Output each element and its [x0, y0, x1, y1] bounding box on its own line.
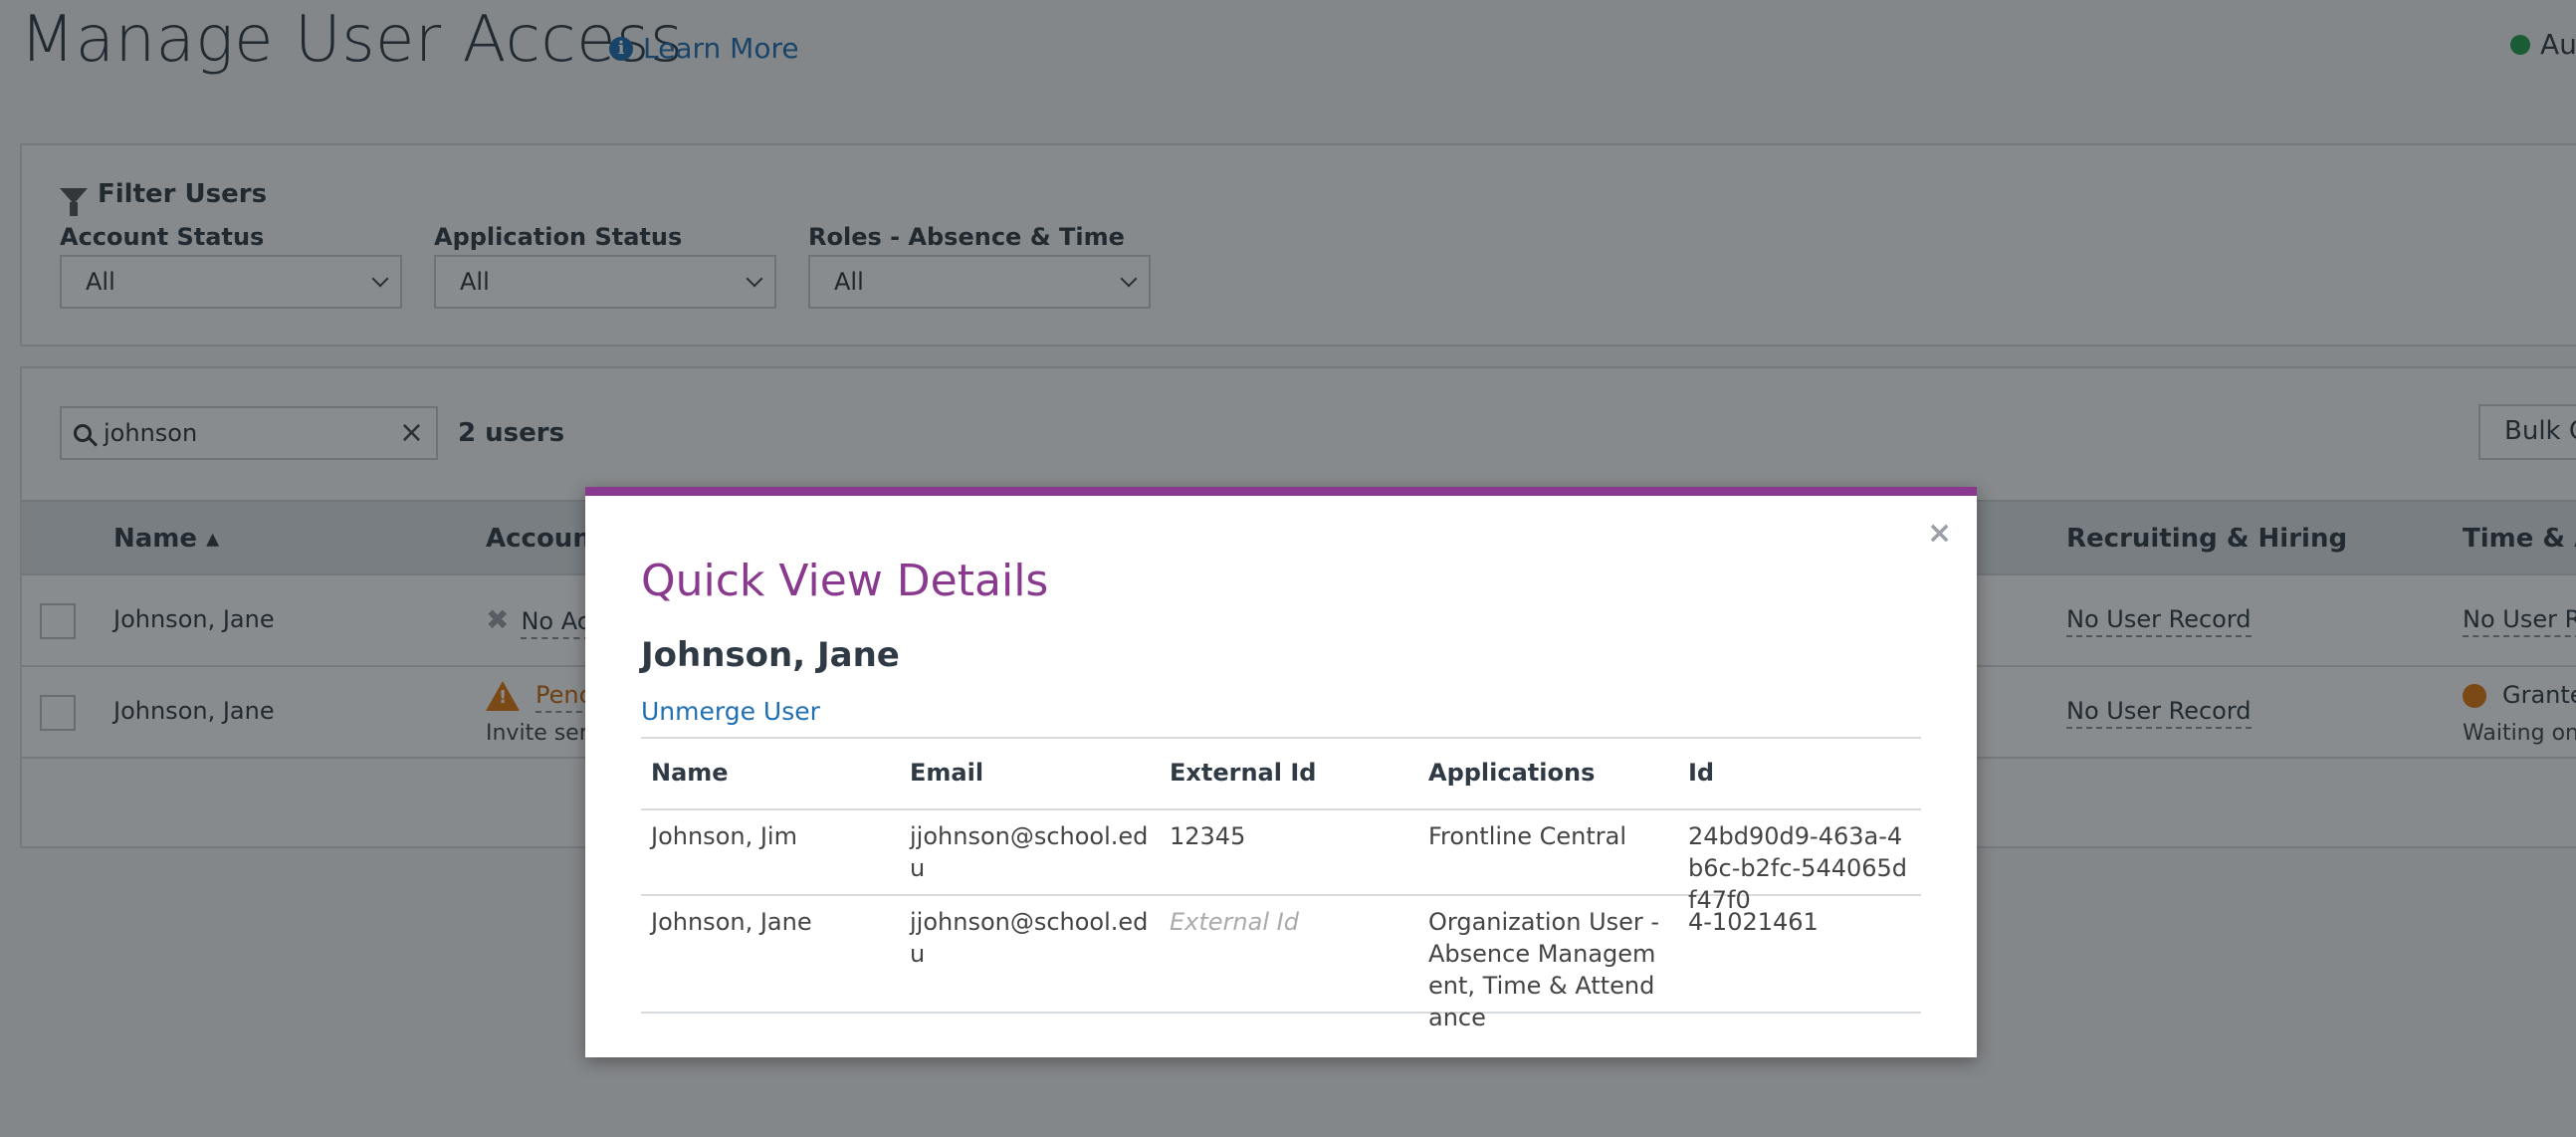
- modal-user-name: Johnson, Jane: [641, 635, 900, 675]
- table-row: Johnson, Jim jjohnson@school.edu 12345 F…: [641, 810, 1921, 914]
- unmerge-user-link[interactable]: Unmerge User: [641, 697, 820, 726]
- column-id: Id: [1688, 759, 1715, 787]
- column-external-id: External Id: [1170, 759, 1317, 787]
- cell-id: 4-1021461: [1688, 908, 1819, 936]
- quick-view-modal: × Quick View Details Johnson, Jane Unmer…: [585, 487, 1977, 1057]
- cell-external-id-placeholder: External Id: [1170, 908, 1299, 936]
- cell-email: jjohnson@school.edu: [910, 908, 1149, 968]
- cell-name: Johnson, Jane: [651, 908, 812, 936]
- table-row: Johnson, Jane jjohnson@school.edu Extern…: [641, 896, 1921, 1031]
- table-header: Name Email External Id Applications Id: [641, 739, 1921, 810]
- column-name: Name: [651, 759, 729, 787]
- merged-users-table: Name Email External Id Applications Id J…: [641, 737, 1921, 1031]
- column-applications: Applications: [1428, 759, 1596, 787]
- close-icon[interactable]: ×: [1927, 516, 1952, 551]
- column-email: Email: [910, 759, 984, 787]
- cell-applications: Organization User - Absence Management, …: [1428, 908, 1660, 1031]
- modal-title: Quick View Details: [641, 556, 1049, 606]
- page: Manage User Access i Learn More Au Filte…: [0, 0, 2576, 1137]
